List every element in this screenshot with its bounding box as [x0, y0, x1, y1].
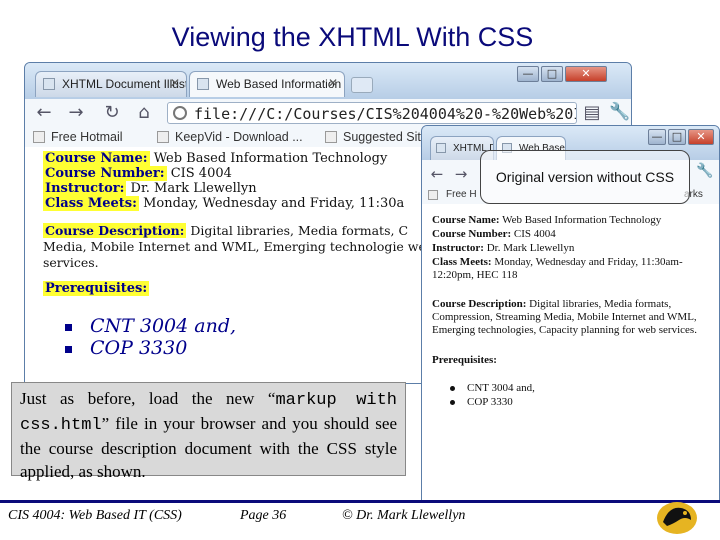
- course-number-row: Course Number: CIS 4004: [43, 166, 232, 181]
- instructor-value: Dr. Mark Llewellyn: [130, 181, 257, 196]
- class-meets-row: Class Meets: Monday, Wednesday and Frida…: [43, 196, 404, 211]
- bookmark-icon: [157, 131, 169, 143]
- instructor-label: Instructor:: [432, 242, 484, 254]
- course-number-row: Course Number: CIS 4004: [432, 228, 714, 241]
- home-icon[interactable]: ⌂: [133, 102, 155, 124]
- course-name-value: Web Based Information Technology: [502, 214, 662, 226]
- prerequisites-label: Prerequisites:: [43, 281, 150, 296]
- instructor-row: Instructor: Dr. Mark Llewellyn: [432, 242, 714, 255]
- wrench-icon[interactable]: 🔧: [696, 163, 713, 179]
- bookmark-suggested-sites[interactable]: Suggested Sit: [325, 130, 421, 144]
- footer-course: CIS 4004: Web Based IT (CSS): [8, 508, 182, 523]
- class-meets-row: Class Meets: Monday, Wednesday and Frida…: [432, 256, 714, 282]
- course-description: Course Description: Digital libraries, M…: [432, 298, 714, 337]
- new-tab-button[interactable]: [351, 77, 373, 93]
- prerequisites-row: Prerequisites:: [43, 281, 150, 296]
- square-bullet-icon: [65, 323, 72, 331]
- close-tab-icon[interactable]: ✕: [170, 76, 180, 90]
- footer-author: © Dr. Mark Llewellyn: [342, 508, 466, 523]
- prerequisites-label: Prerequisites:: [432, 354, 497, 366]
- bookmark-free-hotmail[interactable]: Free H: [428, 189, 477, 200]
- page-menu-icon[interactable]: ▤: [581, 102, 603, 124]
- square-bullet-icon: [65, 345, 72, 353]
- course-number-label: Course Number:: [432, 228, 512, 240]
- bookmark-keepvid[interactable]: KeepVid - Download ...: [157, 130, 303, 144]
- list-item: COP 3330: [450, 396, 513, 408]
- callout-original-version: Original version without CSS: [480, 150, 690, 204]
- explanation-part-1: Just as before, load the new “: [20, 389, 276, 408]
- course-description-label: Course Description:: [432, 298, 527, 310]
- course-description-label: Course Description:: [43, 223, 187, 238]
- page-content-without-css: Course Name: Web Based Information Techn…: [422, 204, 719, 504]
- instructor-value: Dr. Mark Llewellyn: [486, 242, 575, 254]
- class-meets-label: Class Meets:: [43, 196, 139, 211]
- window-caption: XHTML Document Illustr... ✕ Web Based In…: [25, 63, 631, 99]
- page-icon: [43, 78, 55, 90]
- forward-arrow-icon[interactable]: →: [450, 163, 472, 185]
- university-logo-icon: [657, 502, 697, 534]
- course-name-label: Course Name:: [432, 214, 500, 226]
- address-text: file:///C:/Courses/CIS%204004%20-%20Web%…: [194, 105, 577, 123]
- tab-xhtml-document[interactable]: XHTML Document Illustr... ✕: [35, 71, 187, 97]
- forward-arrow-icon[interactable]: →: [65, 102, 87, 124]
- instructor-row: Instructor: Dr. Mark Llewellyn: [43, 181, 257, 196]
- back-arrow-icon[interactable]: ←: [426, 163, 448, 185]
- maximize-button[interactable]: □: [541, 66, 563, 82]
- bookmark-icon: [33, 131, 45, 143]
- course-number-label: Course Number:: [43, 166, 167, 181]
- bookmark-icon: [325, 131, 337, 143]
- course-description: Course Description: Digital libraries, M…: [43, 223, 443, 271]
- course-name-label: Course Name:: [43, 151, 150, 166]
- instructor-label: Instructor:: [43, 181, 127, 196]
- minimize-button[interactable]: —: [648, 129, 666, 145]
- page-icon: [197, 78, 209, 90]
- course-number-value: CIS 4004: [513, 228, 556, 240]
- course-name-value: Web Based Information Technology: [153, 151, 388, 166]
- course-number-value: CIS 4004: [170, 166, 232, 181]
- tab-label: Web Based Information T...: [216, 77, 344, 91]
- prerequisites-row: Prerequisites:: [432, 354, 714, 367]
- class-meets-value: Monday, Wednesday and Friday, 11:30a: [143, 196, 405, 211]
- close-tab-icon[interactable]: ✕: [328, 76, 338, 90]
- bookmark-icon: [428, 190, 438, 200]
- bullet-icon: [450, 399, 455, 405]
- list-item: COP 3330: [65, 337, 187, 359]
- page-icon: [436, 143, 446, 153]
- footer-page-number: Page 36: [240, 508, 287, 523]
- page-info-icon: [173, 106, 187, 120]
- class-meets-label: Class Meets:: [432, 256, 492, 268]
- tab-web-based-information[interactable]: Web Based Information T... ✕: [189, 71, 345, 97]
- slide-title: Viewing the XHTML With CSS: [171, 22, 534, 52]
- bookmark-free-hotmail[interactable]: Free Hotmail: [33, 130, 123, 144]
- course-name-row: Course Name: Web Based Information Techn…: [432, 214, 714, 227]
- explanation-text: Just as before, load the new “markup wit…: [11, 382, 406, 481]
- wrench-icon[interactable]: 🔧: [609, 102, 630, 122]
- minimize-button[interactable]: —: [517, 66, 539, 82]
- back-arrow-icon[interactable]: ←: [33, 102, 55, 124]
- tab-label: XHTML Document Illustr...: [62, 77, 186, 91]
- footer-divider: [0, 500, 720, 503]
- close-window-button[interactable]: ✕: [688, 129, 714, 145]
- address-bar[interactable]: file:///C:/Courses/CIS%204004%20-%20Web%…: [167, 102, 577, 124]
- reload-icon[interactable]: ↻: [101, 102, 123, 124]
- list-item: CNT 3004 and,: [450, 382, 535, 394]
- course-name-row: Course Name: Web Based Information Techn…: [43, 151, 387, 166]
- close-window-button[interactable]: ✕: [565, 66, 607, 82]
- browser-toolbar: ← → ↻ ⌂ file:///C:/Courses/CIS%204004%20…: [25, 99, 631, 128]
- bullet-icon: [450, 385, 455, 391]
- maximize-button[interactable]: □: [668, 129, 686, 145]
- list-item: CNT 3004 and,: [65, 315, 236, 337]
